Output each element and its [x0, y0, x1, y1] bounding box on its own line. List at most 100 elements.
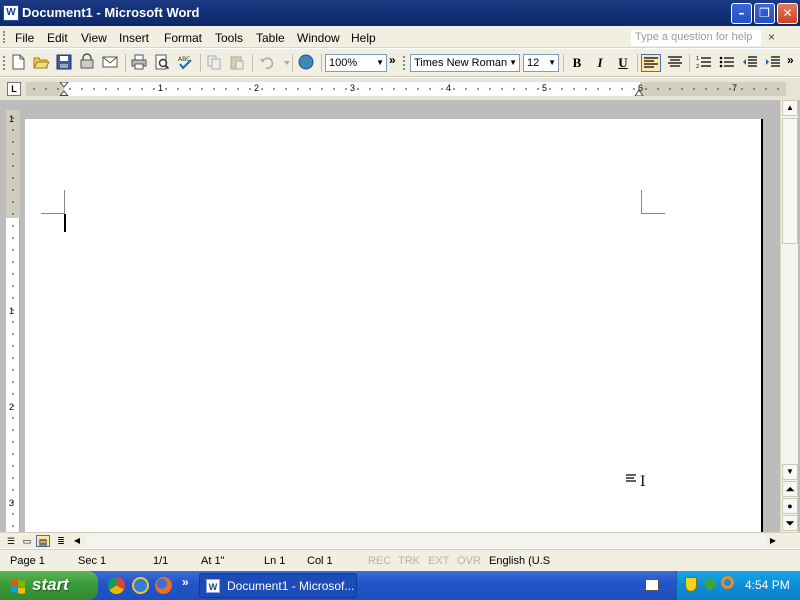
chrome-icon[interactable]: [108, 577, 125, 594]
status-ovr[interactable]: OVR: [457, 555, 481, 567]
italic-button[interactable]: I: [590, 54, 610, 72]
status-trk[interactable]: TRK: [398, 555, 420, 567]
security-shield-icon[interactable]: [685, 577, 697, 592]
numbering-button[interactable]: 12: [694, 54, 714, 72]
print-layout-view-icon[interactable]: ▤: [36, 535, 50, 547]
bullets-button[interactable]: [717, 54, 737, 72]
quick-launch-more-icon[interactable]: »: [182, 575, 189, 589]
menu-edit[interactable]: Edit: [47, 31, 68, 45]
increase-indent-button[interactable]: [763, 54, 783, 72]
start-button[interactable]: start: [0, 571, 98, 600]
select-browse-object-icon[interactable]: ●: [782, 498, 798, 514]
toolbar-grip[interactable]: [3, 56, 6, 70]
vertical-scrollbar[interactable]: ▲ ▼ ⏶ ● ⏷: [780, 100, 798, 532]
align-center-button[interactable]: [665, 54, 685, 72]
normal-view-icon[interactable]: ☰: [4, 535, 18, 547]
start-label: start: [32, 575, 69, 594]
firefox-icon[interactable]: [155, 577, 172, 594]
web-layout-view-icon[interactable]: ▭: [20, 535, 34, 547]
print-preview-icon[interactable]: [153, 53, 173, 73]
menu-view[interactable]: View: [81, 31, 107, 45]
search-icon[interactable]: [721, 576, 734, 589]
toolbar-separator: [689, 54, 690, 72]
help-close-icon[interactable]: ×: [768, 30, 775, 44]
previous-page-icon[interactable]: ⏶: [782, 481, 798, 497]
internet-explorer-icon[interactable]: [132, 577, 149, 594]
ruler-number-1: 1: [158, 83, 164, 93]
minimize-button[interactable]: –: [731, 3, 752, 24]
menu-table[interactable]: Table: [256, 31, 285, 45]
vertical-ruler[interactable]: 1 1 2 3: [6, 110, 20, 532]
zoom-value: 100%: [329, 57, 358, 69]
horizontal-scroll-track[interactable]: [86, 534, 766, 548]
word-document-icon: W: [206, 579, 220, 593]
menu-help[interactable]: Help: [351, 31, 376, 45]
status-page: Page 1: [10, 555, 45, 567]
print-icon[interactable]: [130, 53, 150, 73]
font-size-select[interactable]: 12 ▼: [523, 54, 559, 72]
save-disk-icon[interactable]: [55, 53, 75, 73]
ruler-number-7: 7: [732, 83, 738, 93]
scroll-up-icon[interactable]: ▲: [782, 100, 798, 116]
ruler-number-4: 4: [446, 83, 452, 93]
new-document-icon[interactable]: [9, 53, 29, 73]
clock[interactable]: 4:54 PM: [745, 578, 790, 592]
word-app-icon[interactable]: W: [3, 5, 19, 21]
status-section: Sec 1: [78, 555, 107, 567]
font-name-value: Times New Roman: [414, 57, 508, 69]
ibeam-cursor-icon: I: [640, 474, 646, 490]
menubar-grip[interactable]: [3, 31, 6, 43]
permission-icon[interactable]: [78, 53, 98, 73]
window-title: Document1 - Microsoft Word: [22, 5, 200, 20]
click-and-type-left-align-icon: [626, 474, 638, 487]
toolbar-separator: [563, 54, 564, 72]
restore-button[interactable]: ❐: [754, 3, 775, 24]
status-language[interactable]: English (U.S: [489, 555, 550, 567]
status-ext[interactable]: EXT: [428, 555, 449, 567]
paste-icon[interactable]: [228, 53, 248, 73]
underline-button[interactable]: U: [613, 54, 633, 72]
menu-format[interactable]: Format: [164, 31, 202, 45]
scroll-thumb[interactable]: [782, 118, 798, 244]
toolbar-overflow-icon[interactable]: »: [389, 53, 396, 67]
undo-dropdown-icon[interactable]: [278, 53, 290, 73]
status-rec[interactable]: REC: [368, 555, 391, 567]
scroll-down-icon[interactable]: ▼: [782, 464, 798, 480]
ruler-number-5: 5: [542, 83, 548, 93]
scroll-left-icon[interactable]: ◀: [70, 535, 84, 547]
web-globe-icon[interactable]: [297, 53, 317, 73]
title-bar[interactable]: W Document1 - Microsoft Word – ❐ ✕: [0, 0, 800, 26]
toolbar-grip[interactable]: [403, 56, 406, 70]
spelling-grammar-icon[interactable]: ABC: [176, 53, 196, 73]
scroll-right-icon[interactable]: ▶: [766, 535, 780, 547]
status-bar: Page 1 Sec 1 1/1 At 1" Ln 1 Col 1 REC TR…: [0, 549, 800, 571]
taskbar-word-document-button[interactable]: W Document1 - Microsof...: [199, 573, 357, 598]
horizontal-ruler[interactable]: 1 2 3 4 5 6 7: [26, 82, 786, 96]
language-bar-keyboard-icon[interactable]: [645, 579, 659, 591]
taskbar: start » W Document1 - Microsof... 4:54 P…: [0, 571, 800, 600]
copy-icon[interactable]: [205, 53, 225, 73]
help-question-input[interactable]: Type a question for help: [631, 30, 761, 46]
menu-tools[interactable]: Tools: [215, 31, 243, 45]
font-name-select[interactable]: Times New Roman ▼: [410, 54, 520, 72]
status-column: Col 1: [307, 555, 333, 567]
email-icon[interactable]: [101, 53, 121, 73]
menu-window[interactable]: Window: [297, 31, 340, 45]
toolbar-overflow-icon-2[interactable]: »: [787, 53, 794, 67]
open-folder-icon[interactable]: [32, 53, 52, 73]
outline-view-icon[interactable]: ≣: [54, 535, 68, 547]
align-left-button[interactable]: [641, 54, 661, 72]
document-page[interactable]: [25, 119, 763, 532]
network-icon[interactable]: [702, 576, 718, 592]
tab-selector[interactable]: L: [7, 82, 21, 96]
menu-file[interactable]: File: [15, 31, 34, 45]
bold-button[interactable]: B: [567, 54, 587, 72]
undo-icon[interactable]: [258, 53, 278, 73]
next-page-icon[interactable]: ⏷: [782, 515, 798, 531]
status-pages: 1/1: [153, 555, 169, 567]
close-button[interactable]: ✕: [777, 3, 798, 24]
zoom-select[interactable]: 100% ▼: [325, 54, 387, 72]
decrease-indent-button[interactable]: [740, 54, 760, 72]
crop-mark-top-left: [41, 190, 65, 214]
menu-insert[interactable]: Insert: [119, 31, 149, 45]
